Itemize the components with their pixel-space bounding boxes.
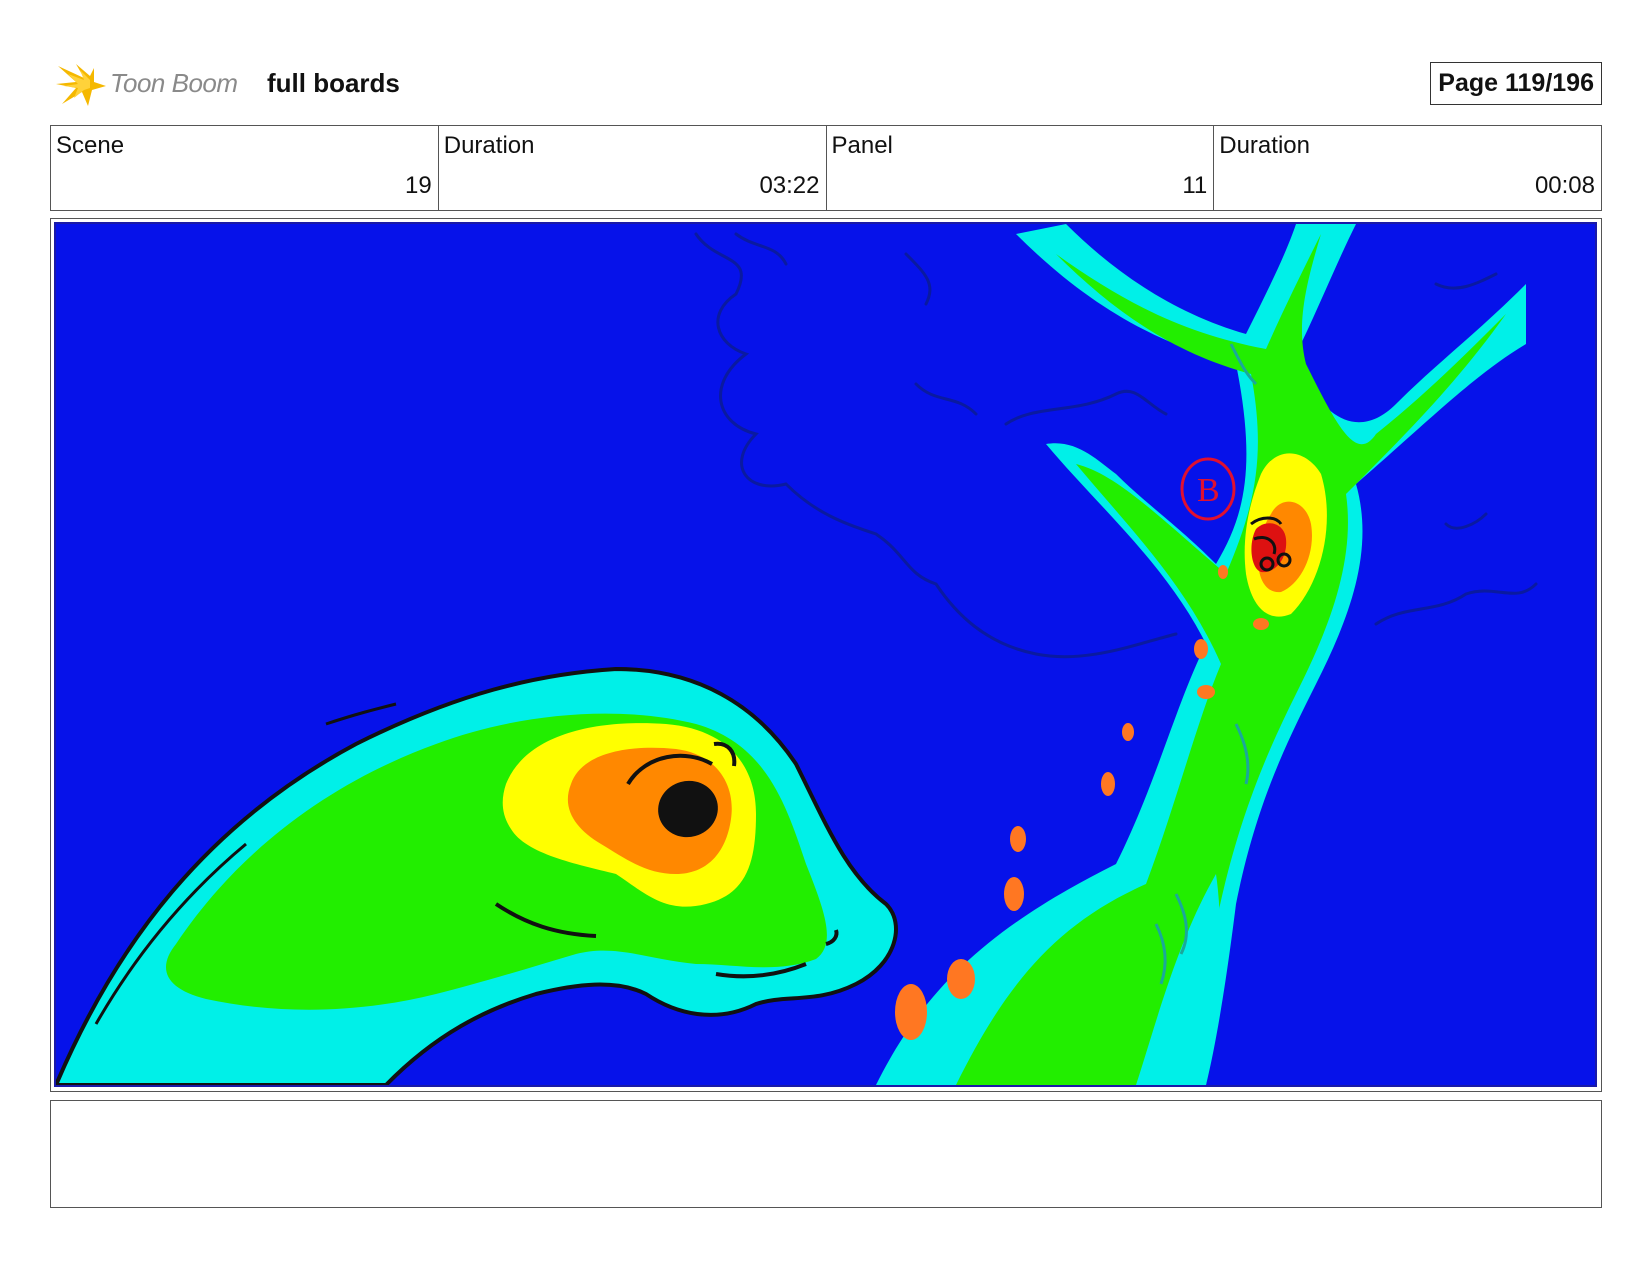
scene-duration-cell: Duration 03:22 <box>439 126 827 210</box>
panel-duration-label: Duration <box>1219 132 1310 159</box>
header: Toon Boom full boards Page 119/196 <box>52 58 1602 110</box>
scene-duration-label: Duration <box>443 132 535 159</box>
logo-text: Toon Boom <box>110 68 238 98</box>
panel-duration-cell: Duration 00:08 <box>1214 126 1601 210</box>
scene-duration-value: 03:22 <box>759 172 820 199</box>
scene-info-table: Scene 19 Duration 03:22 Panel 11 Duratio… <box>50 125 1602 211</box>
panel-notes-box[interactable] <box>50 1100 1602 1208</box>
storyboard-panel-image[interactable]: B <box>54 222 1597 1087</box>
toon-boom-logo: Toon Boom <box>52 58 252 110</box>
starburst-icon <box>56 64 106 106</box>
panel-value: 11 <box>1182 172 1208 199</box>
panel-duration-value: 00:08 <box>1534 172 1595 199</box>
scene-cell: Scene 19 <box>51 126 439 210</box>
storyboard-panel-frame: B <box>50 218 1602 1092</box>
panel-drawing: B <box>56 224 1595 1085</box>
scene-value: 19 <box>405 172 432 199</box>
document-title: full boards <box>267 68 400 98</box>
annotation-letter: B <box>1197 472 1220 509</box>
panel-label: Panel <box>831 132 893 159</box>
panel-cell: Panel 11 <box>827 126 1215 210</box>
scene-label: Scene <box>56 132 125 159</box>
page-number: Page 119/196 <box>1430 62 1602 105</box>
